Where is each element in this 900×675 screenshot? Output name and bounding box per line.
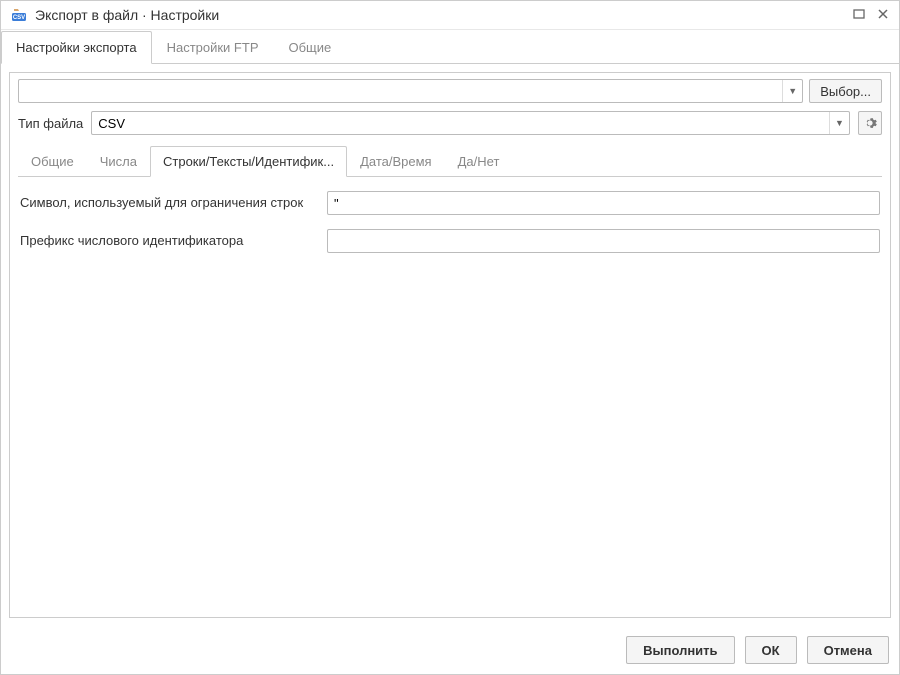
tab-label: Числа (100, 154, 137, 169)
path-row: ▼ Выбор... (18, 79, 882, 103)
tab-label: Настройки FTP (167, 40, 259, 55)
string-delimiter-input[interactable] (327, 191, 880, 215)
string-delimiter-label: Символ, используемый для ограничения стр… (20, 194, 315, 212)
tab-label: Общие (289, 40, 332, 55)
svg-text:CSV: CSV (13, 15, 25, 21)
tab-export-settings[interactable]: Настройки экспорта (1, 31, 152, 64)
tab-label: Да/Нет (458, 154, 500, 169)
main-tabs: Настройки экспорта Настройки FTP Общие (1, 30, 899, 64)
maximize-icon[interactable] (853, 7, 865, 23)
ok-button[interactable]: ОК (745, 636, 797, 664)
window-controls (853, 7, 889, 23)
subtab-datetime[interactable]: Дата/Время (347, 146, 445, 177)
id-prefix-input[interactable] (327, 229, 880, 253)
row-string-delimiter: Символ, используемый для ограничения стр… (20, 191, 880, 215)
app-icon: CSV (11, 7, 27, 23)
gear-button[interactable] (858, 111, 882, 135)
subtab-general[interactable]: Общие (18, 146, 87, 177)
file-type-label: Тип файла (18, 116, 83, 131)
id-prefix-label: Префикс числового идентификатора (20, 232, 315, 250)
tab-general[interactable]: Общие (274, 31, 347, 64)
tab-label: Строки/Тексты/Идентифик... (163, 154, 334, 169)
file-type-row: Тип файла ▼ (18, 111, 882, 135)
path-combo[interactable]: ▼ (18, 79, 803, 103)
sub-tabs: Общие Числа Строки/Тексты/Идентифик... Д… (18, 145, 882, 177)
button-label: Выполнить (643, 643, 717, 658)
close-icon[interactable] (877, 7, 889, 23)
path-input[interactable] (19, 80, 782, 102)
subtab-yesno[interactable]: Да/Нет (445, 146, 513, 177)
titlebar: CSV Экспорт в файл · Настройки (1, 1, 899, 30)
content-area: ▼ Выбор... Тип файла ▼ Общие Числа (1, 64, 899, 626)
window-title: Экспорт в файл · Настройки (35, 7, 845, 23)
subtab-strings[interactable]: Строки/Тексты/Идентифик... (150, 146, 347, 177)
button-label: ОК (762, 643, 780, 658)
tab-label: Настройки экспорта (16, 40, 137, 55)
subtab-numbers[interactable]: Числа (87, 146, 150, 177)
panel: ▼ Выбор... Тип файла ▼ Общие Числа (9, 72, 891, 618)
gear-icon (863, 116, 877, 130)
form-area: Символ, используемый для ограничения стр… (18, 191, 882, 611)
dropdown-icon[interactable]: ▼ (782, 80, 802, 102)
dialog-footer: Выполнить ОК Отмена (1, 626, 899, 674)
button-label: Отмена (824, 643, 872, 658)
file-type-input[interactable] (92, 112, 829, 134)
tab-label: Дата/Время (360, 154, 432, 169)
cancel-button[interactable]: Отмена (807, 636, 889, 664)
file-type-combo[interactable]: ▼ (91, 111, 850, 135)
execute-button[interactable]: Выполнить (626, 636, 734, 664)
dialog-window: CSV Экспорт в файл · Настройки Настройки… (0, 0, 900, 675)
tab-ftp-settings[interactable]: Настройки FTP (152, 31, 274, 64)
select-button[interactable]: Выбор... (809, 79, 882, 103)
button-label: Выбор... (820, 84, 871, 99)
dropdown-icon[interactable]: ▼ (829, 112, 849, 134)
row-id-prefix: Префикс числового идентификатора (20, 229, 880, 253)
tab-label: Общие (31, 154, 74, 169)
